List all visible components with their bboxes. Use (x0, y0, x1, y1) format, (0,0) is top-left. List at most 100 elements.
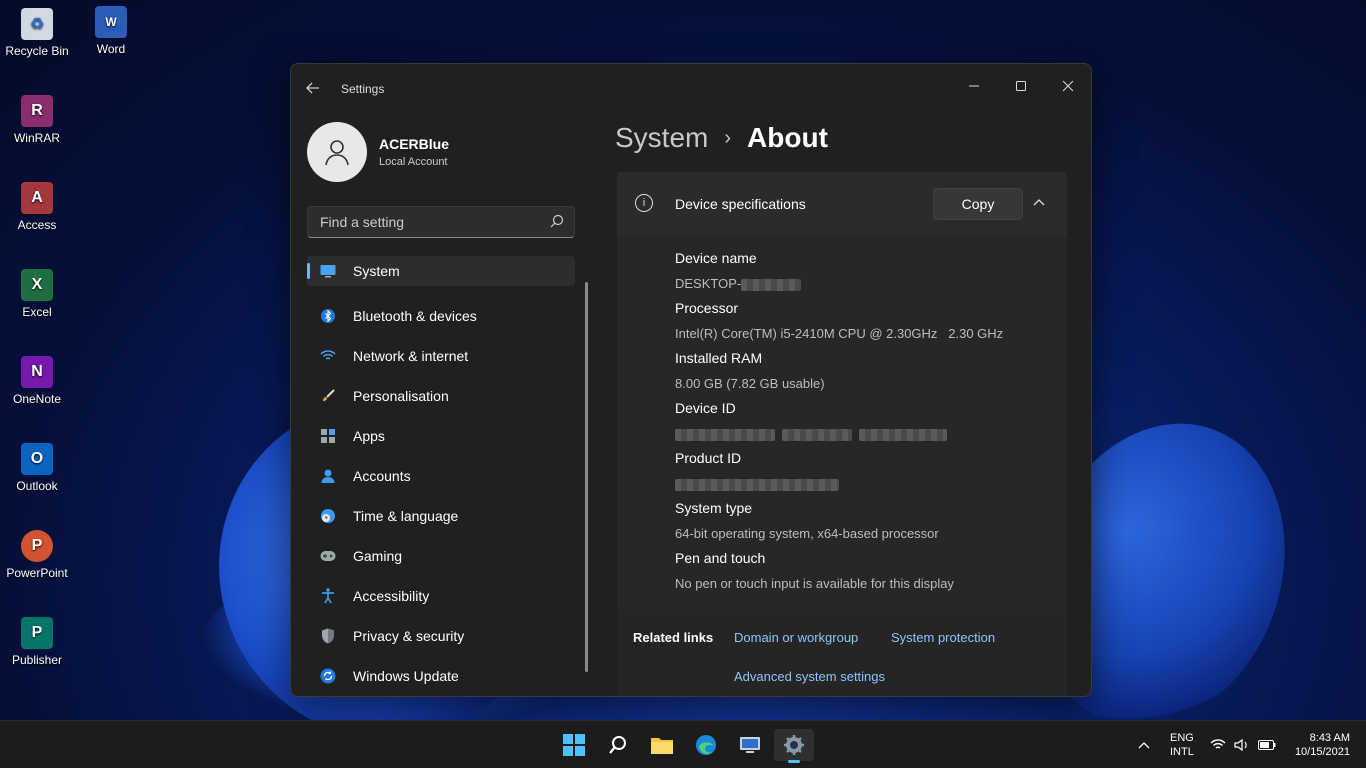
page-title: About (747, 122, 828, 153)
sidebar-item-label: System (353, 263, 400, 279)
search-icon (609, 736, 626, 754)
spec-label: Pen and touch (675, 550, 766, 566)
sidebar-item-label: Privacy & security (353, 628, 465, 644)
person-icon (325, 140, 349, 166)
file-explorer-button[interactable] (642, 729, 682, 761)
sidebar-item-privacy-security[interactable]: Privacy & security (307, 616, 575, 656)
minimize-icon (969, 85, 979, 87)
wifi-icon (319, 347, 337, 365)
copy-button[interactable]: Copy (933, 188, 1023, 220)
sidebar-item-personalisation[interactable]: Personalisation (307, 376, 575, 416)
redacted-text (859, 428, 948, 441)
excel-icon: X (21, 269, 53, 301)
windows-logo-icon (563, 734, 585, 756)
recycle-bin-icon: ♻ (21, 8, 53, 40)
monitor-icon (319, 262, 337, 280)
wifi-icon (1210, 739, 1226, 749)
spec-label: Device ID (675, 400, 736, 416)
sidebar-item-label: Time & language (353, 508, 459, 524)
desktop-icon-outlook[interactable]: O Outlook (0, 443, 77, 493)
info-icon: i (635, 194, 653, 212)
spec-label: Product ID (675, 450, 742, 466)
sidebar-item-label: Apps (353, 428, 385, 444)
desktop-icon-excel[interactable]: X Excel (0, 269, 77, 319)
bluetooth-icon (319, 307, 337, 325)
start-button[interactable] (554, 729, 594, 761)
arrow-left-icon (306, 82, 319, 94)
apps-icon (319, 427, 337, 445)
search-input[interactable] (308, 207, 538, 237)
search-icon[interactable] (550, 214, 564, 231)
link-domain-workgroup[interactable]: Domain or workgroup (734, 630, 858, 645)
volume-control[interactable] (1234, 721, 1250, 768)
clock-time: 8:43 AM (1309, 732, 1350, 744)
spec-value-product-id (675, 471, 1067, 496)
redacted-text (741, 278, 802, 291)
speaker-icon (1234, 738, 1247, 752)
sidebar-item-accessibility[interactable]: Accessibility (307, 576, 575, 616)
language-indicator[interactable]: ENG INTL (1170, 731, 1194, 759)
show-hidden-icons-button[interactable] (1138, 721, 1150, 768)
back-button[interactable] (305, 80, 325, 100)
remote-desktop-button[interactable] (730, 729, 770, 761)
close-icon (1062, 80, 1074, 92)
sidebar-item-label: Gaming (353, 548, 403, 564)
link-advanced-system-settings[interactable]: Advanced system settings (734, 669, 885, 684)
desktop-icon-recycle-bin[interactable]: ♻ Recycle Bin (0, 8, 77, 58)
minimize-button[interactable] (951, 70, 997, 102)
sidebar-item-windows-update[interactable]: Windows Update (307, 656, 575, 696)
related-links-title: Related links (633, 630, 714, 645)
desktop-icon-word[interactable]: W Word (76, 6, 146, 56)
gamepad-icon (319, 547, 337, 565)
sidebar-item-label: Windows Update (353, 668, 459, 684)
edge-button[interactable] (686, 729, 726, 761)
close-button[interactable] (1045, 70, 1091, 102)
device-specifications-header[interactable]: i Device specifications Copy (617, 172, 1067, 236)
redacted-text (782, 428, 853, 441)
breadcrumb-separator: › (724, 126, 732, 149)
taskbar: ENG INTL 8:43 AM 10/15/2021 (0, 720, 1366, 768)
desktop-icon-publisher[interactable]: P Publisher (0, 617, 77, 667)
sidebar-item-network[interactable]: Network & internet (307, 336, 575, 376)
sidebar: ACERBlue Local Account System Bluetooth … (291, 114, 591, 696)
brush-icon (319, 387, 337, 405)
winrar-icon: R (21, 95, 53, 127)
settings-taskbar-button[interactable] (774, 729, 814, 763)
breadcrumb-parent[interactable]: System (615, 122, 708, 154)
update-icon (319, 667, 337, 685)
desktop-icon-onenote[interactable]: N OneNote (0, 356, 77, 406)
clock[interactable]: 8:43 AM 10/15/2021 (1290, 731, 1350, 759)
accessibility-icon (319, 587, 337, 605)
sidebar-item-gaming[interactable]: Gaming (307, 536, 575, 576)
sidebar-item-bluetooth[interactable]: Bluetooth & devices (307, 296, 575, 336)
sidebar-item-label: Bluetooth & devices (353, 308, 477, 324)
network-status[interactable] (1210, 721, 1226, 768)
sidebar-item-label: Personalisation (353, 388, 449, 404)
spec-label: Processor (675, 300, 739, 316)
window-title: Settings (341, 82, 385, 96)
avatar (307, 122, 367, 182)
battery-status[interactable] (1258, 721, 1276, 768)
spec-value-pen-touch: No pen or touch input is available for t… (675, 576, 954, 591)
sidebar-item-apps[interactable]: Apps (307, 416, 575, 456)
maximize-button[interactable] (998, 70, 1044, 102)
spec-label: Device name (675, 250, 757, 266)
sidebar-scrollbar[interactable] (585, 282, 588, 672)
sidebar-item-accounts[interactable]: Accounts (307, 456, 575, 496)
chevron-up-icon[interactable] (1033, 194, 1045, 209)
search-button[interactable] (598, 729, 638, 761)
person-icon (319, 467, 337, 485)
breadcrumb: System › About (615, 122, 828, 154)
title-bar: Settings (291, 64, 1091, 114)
powerpoint-icon: P (21, 530, 53, 562)
desktop-icon-winrar[interactable]: R WinRAR (0, 95, 77, 145)
desktop-icon-powerpoint[interactable]: P PowerPoint (0, 530, 77, 580)
word-icon: W (95, 6, 127, 38)
sidebar-item-system[interactable]: System (307, 256, 575, 286)
sidebar-item-label: Accessibility (353, 588, 430, 604)
shield-icon (319, 627, 337, 645)
sidebar-item-time-language[interactable]: Time & language (307, 496, 575, 536)
user-profile[interactable]: ACERBlue Local Account (307, 122, 449, 182)
link-system-protection[interactable]: System protection (891, 630, 995, 645)
desktop-icon-access[interactable]: A Access (0, 182, 77, 232)
